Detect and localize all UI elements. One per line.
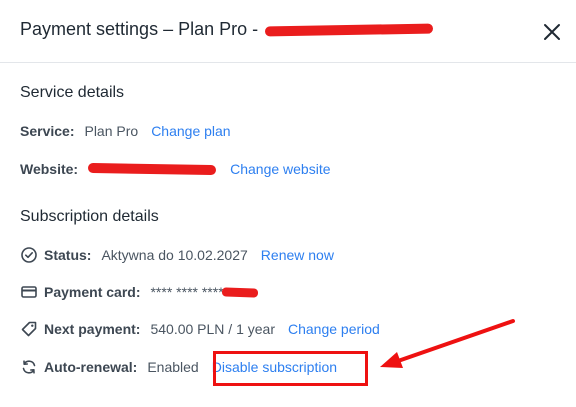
dialog-title: Payment settings – Plan Pro - [20, 19, 434, 40]
subscription-details-heading: Subscription details [20, 208, 159, 225]
credit-card-icon [20, 283, 38, 301]
check-circle-icon [20, 246, 38, 264]
redaction-mark [221, 286, 258, 298]
annotation-highlight-box [213, 351, 368, 386]
service-label: Service: [20, 123, 75, 139]
service-details-heading: Service details [20, 84, 125, 101]
payment-card-label: Payment card: [44, 284, 141, 300]
redaction-mark [88, 162, 217, 176]
change-website-link[interactable]: Change website [230, 161, 330, 177]
close-button[interactable] [540, 20, 564, 44]
service-row: Service: Plan Pro Change plan [20, 120, 231, 142]
change-period-link[interactable]: Change period [288, 321, 380, 337]
service-value: Plan Pro [84, 123, 139, 139]
dialog-header: Payment settings – Plan Pro - [0, 0, 576, 63]
next-payment-value: 540.00 PLN / 1 year [150, 321, 275, 337]
website-label: Website: [20, 161, 79, 177]
redaction-mark [265, 23, 434, 37]
next-payment-label: Next payment: [44, 321, 141, 337]
tag-icon [20, 320, 38, 338]
change-plan-link[interactable]: Change plan [151, 123, 230, 139]
status-row: Status: Aktywna do 10.02.2027 Renew now [20, 244, 334, 266]
auto-renewal-label: Auto-renewal: [44, 359, 138, 375]
close-icon [544, 24, 560, 40]
auto-renewal-value: Enabled [147, 359, 199, 375]
website-row: Website: Change website [20, 158, 331, 180]
payment-card-value: **** **** **** [150, 284, 224, 300]
status-label: Status: [44, 247, 92, 263]
refresh-icon [20, 358, 38, 376]
status-value: Aktywna do 10.02.2027 [101, 247, 248, 263]
payment-card-row: Payment card: **** **** **** [20, 281, 258, 303]
renew-now-link[interactable]: Renew now [261, 247, 334, 263]
next-payment-row: Next payment: 540.00 PLN / 1 year Change… [20, 318, 380, 340]
dialog-title-text: Payment settings – Plan Pro - [20, 19, 259, 39]
